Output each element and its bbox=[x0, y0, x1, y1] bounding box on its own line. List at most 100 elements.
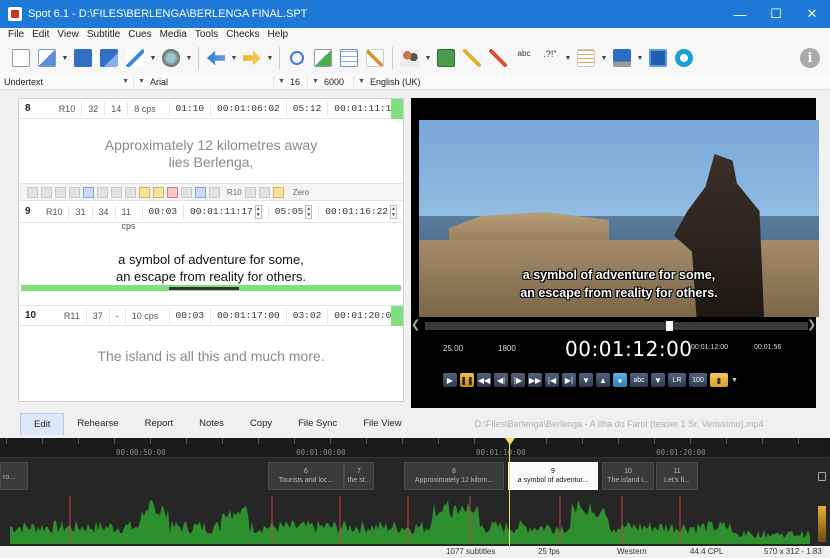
chevron-left-icon[interactable]: ❮ bbox=[411, 318, 420, 331]
network-button[interactable] bbox=[160, 47, 182, 69]
out-time-field[interactable]: 00:01:16:22 ▲ ▼ bbox=[319, 204, 403, 219]
language-select[interactable]: ▼ English (UK) bbox=[354, 75, 444, 89]
menu-tools[interactable]: Tools bbox=[191, 28, 222, 42]
timeline-block[interactable]: 6 Tourists and loc... bbox=[268, 462, 344, 490]
replace-button[interactable] bbox=[312, 47, 334, 69]
open-file-button[interactable] bbox=[36, 47, 58, 69]
chevron-right-icon[interactable]: ❯ bbox=[807, 318, 816, 331]
align-center-icon[interactable] bbox=[83, 186, 94, 198]
time-ruler[interactable]: 00:00:50:00 00:01:00:00 00:01:10:00 00:0… bbox=[0, 438, 830, 458]
zero-label[interactable]: Zero bbox=[293, 188, 309, 197]
italic-icon[interactable] bbox=[125, 186, 136, 198]
timeline-block-selected[interactable]: 9a symbol of adventur... bbox=[508, 462, 598, 490]
green-panel-button[interactable] bbox=[435, 47, 457, 69]
folder-icon[interactable]: ▮ bbox=[710, 373, 728, 387]
timeline-block[interactable]: 11 Let's fi... bbox=[656, 462, 698, 490]
export-button[interactable] bbox=[241, 47, 263, 69]
subtitle-edit-text[interactable]: a symbol of adventure for some, an escap… bbox=[19, 223, 403, 285]
cut-icon[interactable] bbox=[27, 186, 38, 198]
quotes-button[interactable]: .?!" bbox=[539, 47, 561, 69]
lr-button[interactable]: LR bbox=[668, 373, 686, 387]
timeline-block[interactable]: 8 Approximately 12 kilom... bbox=[404, 462, 504, 490]
menu-media[interactable]: Media bbox=[156, 28, 191, 42]
folder-dropdown[interactable]: ▼ bbox=[731, 377, 738, 384]
playhead[interactable] bbox=[509, 438, 510, 546]
maximize-button[interactable]: ☐ bbox=[758, 0, 794, 28]
timeline-block[interactable]: 10 The island i... bbox=[602, 462, 654, 490]
search-button[interactable] bbox=[286, 47, 308, 69]
tab-report[interactable]: Report bbox=[132, 413, 187, 435]
step-back-icon[interactable]: ◀| bbox=[494, 373, 508, 387]
delete-format-icon[interactable] bbox=[167, 186, 178, 198]
previous-subtitle-icon[interactable]: |◀ bbox=[545, 373, 559, 387]
menu-view[interactable]: View bbox=[53, 28, 83, 42]
open-dropdown[interactable]: ▼ bbox=[62, 47, 69, 69]
import-button[interactable] bbox=[205, 47, 227, 69]
subtitle-text[interactable]: The island is all this and much more. bbox=[19, 326, 403, 365]
minimize-button[interactable]: — bbox=[722, 0, 758, 28]
fast-forward-icon[interactable]: ▶▶ bbox=[528, 373, 542, 387]
edit-pen-button[interactable] bbox=[364, 47, 386, 69]
size-select[interactable]: ▼ 16 bbox=[274, 74, 308, 89]
new-file-button[interactable] bbox=[10, 47, 32, 69]
users-dropdown[interactable]: ▼ bbox=[425, 47, 432, 69]
find-grid-button[interactable] bbox=[338, 47, 360, 69]
spellcheck-button[interactable]: abc bbox=[513, 47, 535, 69]
subtitle-item-9[interactable]: 9 R10 31 34 11 cps 00:03 00:01:11:17 ▲ ▼ 0… bbox=[19, 201, 403, 295]
in-time-stepper[interactable]: ▲ ▼ bbox=[254, 204, 262, 219]
menu-edit[interactable]: Edit bbox=[28, 28, 53, 42]
export-dropdown[interactable]: ▼ bbox=[267, 47, 274, 69]
audio-waveform[interactable] bbox=[10, 496, 810, 544]
tab-notes[interactable]: Notes bbox=[186, 413, 237, 435]
align-right-icon[interactable] bbox=[97, 186, 108, 198]
tab-edit[interactable]: Edit bbox=[20, 413, 65, 435]
info-button[interactable]: i bbox=[800, 48, 820, 68]
timeline-block[interactable]: 7 the st... bbox=[344, 462, 374, 490]
network-dropdown[interactable]: ▼ bbox=[186, 47, 193, 69]
next-subtitle-icon[interactable]: ▶| bbox=[562, 373, 576, 387]
pause-icon[interactable]: ❚❚ bbox=[460, 373, 474, 387]
tab-file-sync[interactable]: File Sync bbox=[285, 413, 350, 435]
style-select[interactable]: Undertext ▼ bbox=[0, 74, 134, 89]
tab-file-view[interactable]: File View bbox=[350, 413, 414, 435]
volume-button[interactable]: 100 bbox=[689, 373, 707, 387]
color-icon[interactable] bbox=[139, 186, 150, 198]
signal-icon[interactable]: ▼ bbox=[651, 373, 665, 387]
list-button[interactable] bbox=[575, 47, 597, 69]
sync-button[interactable] bbox=[673, 47, 695, 69]
down-arrow-icon[interactable]: ▼ bbox=[579, 373, 593, 387]
gap-field[interactable]: 05:05 ▲ ▼ bbox=[269, 204, 320, 219]
monitor-dropdown[interactable]: ▼ bbox=[637, 47, 644, 69]
box-icon[interactable] bbox=[195, 186, 206, 198]
duration-select[interactable]: ▼ 6000 bbox=[308, 74, 354, 89]
close-button[interactable]: ✕ bbox=[794, 0, 830, 28]
seek-thumb[interactable] bbox=[666, 321, 673, 331]
out-time-stepper[interactable]: ▲ ▼ bbox=[390, 204, 397, 219]
check-mark-button[interactable] bbox=[487, 47, 509, 69]
check-button[interactable] bbox=[124, 47, 146, 69]
tab-copy[interactable]: Copy bbox=[237, 413, 285, 435]
step-forward-icon[interactable]: |▶ bbox=[511, 373, 525, 387]
marker-icon[interactable] bbox=[272, 186, 284, 198]
menu-file[interactable]: File bbox=[4, 28, 28, 42]
reading-speed-label[interactable]: R10 bbox=[227, 188, 242, 197]
list-dropdown[interactable]: ▼ bbox=[601, 47, 608, 69]
globe-icon[interactable]: ● bbox=[613, 373, 627, 387]
subtitle-item-10[interactable]: 10 R11 37 - 10 cps 00:03 00:01:17:00 03:… bbox=[19, 305, 403, 391]
menu-subtitle[interactable]: Subtitle bbox=[83, 28, 124, 42]
menu-help[interactable]: Help bbox=[264, 28, 293, 42]
save-as-button[interactable] bbox=[98, 47, 120, 69]
in-time-field[interactable]: 00:01:11:17 ▲ ▼ bbox=[184, 204, 269, 219]
monitor-button[interactable] bbox=[611, 47, 633, 69]
font-select[interactable]: ▼ Arial bbox=[134, 74, 274, 89]
gap-stepper[interactable]: ▲ ▼ bbox=[305, 204, 313, 219]
abc-button[interactable]: abc bbox=[630, 373, 648, 387]
copy-icon[interactable] bbox=[41, 186, 52, 198]
timeline-block[interactable]: ro... bbox=[0, 462, 28, 490]
import-dropdown[interactable]: ▼ bbox=[231, 47, 238, 69]
subtitle-text[interactable]: Approximately 12 kilometres away lies Be… bbox=[19, 119, 403, 171]
align-left-icon[interactable] bbox=[69, 186, 80, 198]
timeline-panel[interactable]: 00:00:50:00 00:01:00:00 00:01:10:00 00:0… bbox=[0, 438, 830, 546]
tab-rehearse[interactable]: Rehearse bbox=[64, 413, 131, 435]
justify-icon[interactable] bbox=[111, 186, 122, 198]
